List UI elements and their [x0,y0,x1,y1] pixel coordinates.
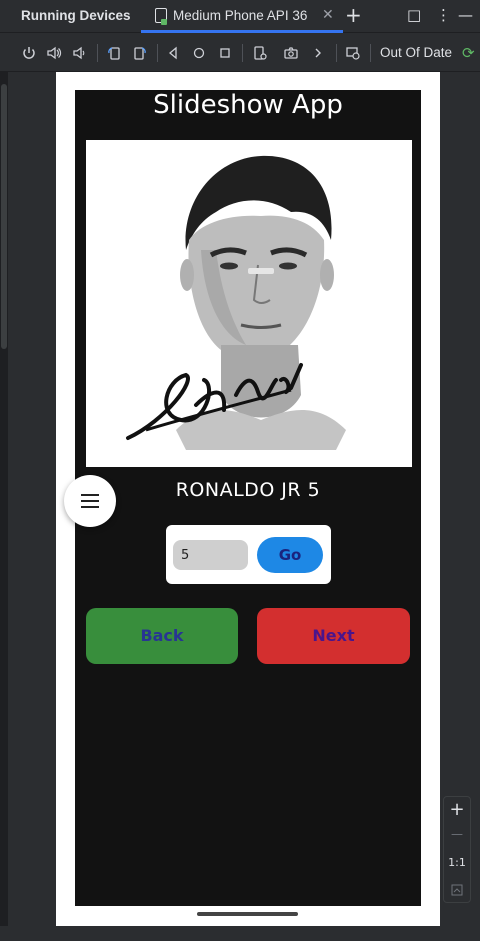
home-icon[interactable] [191,45,207,61]
volume-up-icon[interactable] [46,45,62,61]
hamburger-line [81,500,99,502]
toolbar-divider [157,44,158,62]
maximize-icon[interactable]: □ [407,6,421,24]
go-button[interactable]: Go [257,537,323,573]
back-icon[interactable] [165,45,181,61]
actual-size-button[interactable]: 1:1 [444,856,470,869]
rotate-right-icon[interactable] [132,45,148,61]
toolbar-divider [370,44,371,62]
zoom-controls: + — 1:1 [443,796,471,903]
panel-title: Running Devices [21,8,131,23]
hamburger-menu-button[interactable] [64,475,116,527]
app-title: Slideshow App [153,90,343,120]
fit-screen-icon[interactable] [444,881,470,900]
device-icon [155,8,167,25]
overview-icon[interactable] [217,45,233,61]
left-gutter [0,72,8,932]
title-bar: Running Devices Medium Phone API 36 ✕ + … [0,0,480,33]
device-settings-icon[interactable] [252,45,268,61]
slideshow-image [86,140,412,467]
tab-medium-phone[interactable]: Medium Phone API 36 ✕ [141,0,343,33]
screen-record-icon[interactable] [345,45,361,61]
chevron-right-icon[interactable] [310,45,326,61]
zoom-out-button[interactable]: — [444,827,470,841]
volume-down-icon[interactable] [71,45,87,61]
tab-label: Medium Phone API 36 [173,8,308,23]
device-toolbar: Out Of Date ⟳ [0,34,480,72]
close-tab-icon[interactable]: ✕ [322,7,334,23]
hamburger-menu-icon [81,494,99,496]
minimize-icon[interactable]: — [458,6,473,24]
slide-number-input[interactable] [173,540,248,570]
gesture-home-indicator[interactable] [197,912,298,916]
app-screen: Slideshow App RONALDO JR 5 5 Go Back Nex… [75,90,421,906]
toolbar-divider [97,44,98,62]
sync-icon[interactable]: ⟳ [462,44,475,62]
toolbar-divider [336,44,337,62]
power-icon[interactable] [21,45,37,61]
more-options-icon[interactable]: ⋮ [436,6,451,24]
scrollbar-thumb[interactable] [1,84,7,349]
zoom-in-button[interactable]: + [444,799,470,820]
jump-to-slide-card: Go [166,525,331,584]
camera-icon[interactable] [283,45,299,61]
out-of-date-status[interactable]: Out Of Date [380,45,452,60]
next-button[interactable]: Next [257,608,410,664]
slide-caption: RONALDO JR 5 [175,479,321,501]
add-tab-button[interactable]: + [345,3,362,27]
back-button[interactable]: Back [86,608,238,664]
toolbar-divider [242,44,243,62]
hamburger-line [81,506,99,508]
rotate-left-icon[interactable] [106,45,122,61]
status-strip [0,926,480,941]
